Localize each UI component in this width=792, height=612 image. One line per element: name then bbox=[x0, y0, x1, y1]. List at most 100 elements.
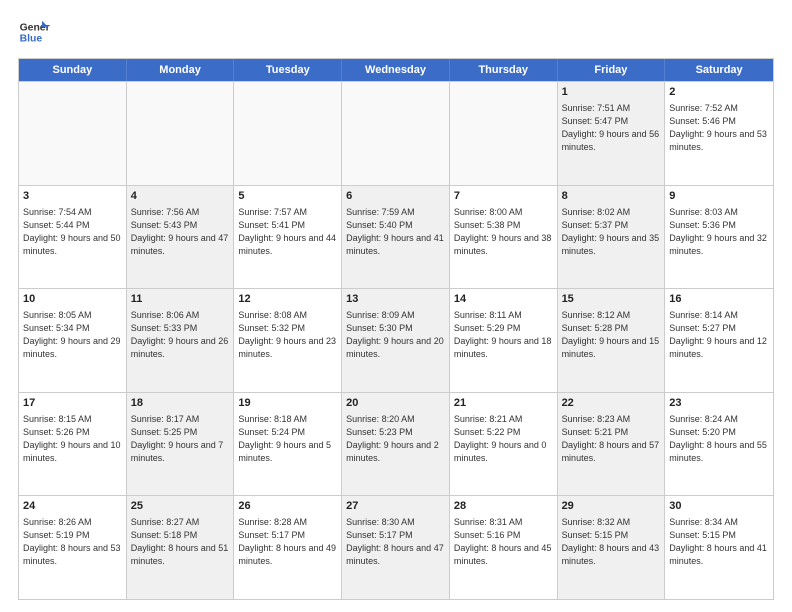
cell-info-line: Sunrise: 8:27 AM bbox=[131, 516, 230, 529]
cell-info-line: Daylight: 9 hours and 0 minutes. bbox=[454, 439, 553, 465]
cell-info-line: Daylight: 9 hours and 44 minutes. bbox=[238, 232, 337, 258]
cell-info-line: Daylight: 8 hours and 43 minutes. bbox=[562, 542, 661, 568]
cell-info-line: Sunrise: 8:21 AM bbox=[454, 413, 553, 426]
day-number: 29 bbox=[562, 499, 661, 515]
cell-info-line: Sunrise: 8:32 AM bbox=[562, 516, 661, 529]
calendar-body: 1Sunrise: 7:51 AMSunset: 5:47 PMDaylight… bbox=[19, 81, 773, 599]
cell-info-line: Sunrise: 8:24 AM bbox=[669, 413, 769, 426]
cell-info-line: Sunset: 5:38 PM bbox=[454, 219, 553, 232]
calendar-header: SundayMondayTuesdayWednesdayThursdayFrid… bbox=[19, 59, 773, 81]
cell-info-line: Sunrise: 7:57 AM bbox=[238, 206, 337, 219]
day-number: 30 bbox=[669, 499, 769, 515]
cell-info-line: Sunset: 5:41 PM bbox=[238, 219, 337, 232]
cell-info-line: Daylight: 9 hours and 38 minutes. bbox=[454, 232, 553, 258]
day-number: 17 bbox=[23, 396, 122, 412]
cell-info-line: Sunrise: 8:15 AM bbox=[23, 413, 122, 426]
cell-info-line: Daylight: 9 hours and 12 minutes. bbox=[669, 335, 769, 361]
cell-info-line: Daylight: 8 hours and 49 minutes. bbox=[238, 542, 337, 568]
cell-info-line: Sunrise: 8:11 AM bbox=[454, 309, 553, 322]
calendar-cell: 6Sunrise: 7:59 AMSunset: 5:40 PMDaylight… bbox=[342, 186, 450, 289]
cell-info-line: Sunset: 5:37 PM bbox=[562, 219, 661, 232]
calendar-row-4: 17Sunrise: 8:15 AMSunset: 5:26 PMDayligh… bbox=[19, 392, 773, 496]
calendar: SundayMondayTuesdayWednesdayThursdayFrid… bbox=[18, 58, 774, 600]
calendar-cell: 8Sunrise: 8:02 AMSunset: 5:37 PMDaylight… bbox=[558, 186, 666, 289]
cell-info-line: Daylight: 8 hours and 53 minutes. bbox=[23, 542, 122, 568]
cell-info-line: Sunset: 5:36 PM bbox=[669, 219, 769, 232]
calendar-row-5: 24Sunrise: 8:26 AMSunset: 5:19 PMDayligh… bbox=[19, 495, 773, 599]
day-number: 5 bbox=[238, 189, 337, 205]
calendar-cell: 5Sunrise: 7:57 AMSunset: 5:41 PMDaylight… bbox=[234, 186, 342, 289]
day-number: 16 bbox=[669, 292, 769, 308]
calendar-cell: 15Sunrise: 8:12 AMSunset: 5:28 PMDayligh… bbox=[558, 289, 666, 392]
cell-info-line: Sunset: 5:17 PM bbox=[346, 529, 445, 542]
cell-info-line: Daylight: 8 hours and 41 minutes. bbox=[669, 542, 769, 568]
cell-info-line: Sunset: 5:23 PM bbox=[346, 426, 445, 439]
cell-info-line: Daylight: 9 hours and 5 minutes. bbox=[238, 439, 337, 465]
svg-text:General: General bbox=[20, 22, 50, 33]
cell-info-line: Daylight: 9 hours and 20 minutes. bbox=[346, 335, 445, 361]
cell-info-line: Daylight: 9 hours and 2 minutes. bbox=[346, 439, 445, 465]
calendar-cell: 27Sunrise: 8:30 AMSunset: 5:17 PMDayligh… bbox=[342, 496, 450, 599]
cell-info-line: Daylight: 8 hours and 57 minutes. bbox=[562, 439, 661, 465]
cell-info-line: Sunset: 5:15 PM bbox=[669, 529, 769, 542]
cell-info-line: Sunrise: 7:52 AM bbox=[669, 102, 769, 115]
calendar-cell bbox=[19, 82, 127, 185]
cell-info-line: Sunset: 5:16 PM bbox=[454, 529, 553, 542]
calendar-cell: 24Sunrise: 8:26 AMSunset: 5:19 PMDayligh… bbox=[19, 496, 127, 599]
calendar-row-3: 10Sunrise: 8:05 AMSunset: 5:34 PM Dayligh… bbox=[19, 288, 773, 392]
cell-info-line: Sunset: 5:30 PM bbox=[346, 322, 445, 335]
calendar-cell: 11Sunrise: 8:06 AMSunset: 5:33 PMDayligh… bbox=[127, 289, 235, 392]
calendar-cell: 20Sunrise: 8:20 AMSunset: 5:23 PMDayligh… bbox=[342, 393, 450, 496]
cell-info-line: Sunset: 5:32 PM bbox=[238, 322, 337, 335]
day-number: 10 bbox=[23, 292, 122, 308]
calendar-cell: 10Sunrise: 8:05 AMSunset: 5:34 PMDayligh… bbox=[19, 289, 127, 392]
calendar-cell: 13Sunrise: 8:09 AMSunset: 5:30 PMDayligh… bbox=[342, 289, 450, 392]
day-number: 2 bbox=[669, 85, 769, 101]
cell-info-line: Sunrise: 8:05 AM bbox=[23, 309, 122, 322]
header-cell-friday: Friday bbox=[558, 59, 666, 81]
calendar-cell: 7Sunrise: 8:00 AMSunset: 5:38 PMDaylight… bbox=[450, 186, 558, 289]
cell-info-line: Sunrise: 7:56 AM bbox=[131, 206, 230, 219]
calendar-cell: 2Sunrise: 7:52 AMSunset: 5:46 PMDaylight… bbox=[665, 82, 773, 185]
calendar-cell: 21Sunrise: 8:21 AMSunset: 5:22 PMDayligh… bbox=[450, 393, 558, 496]
cell-info-line: Sunrise: 8:34 AM bbox=[669, 516, 769, 529]
calendar-cell: 9Sunrise: 8:03 AMSunset: 5:36 PMDaylight… bbox=[665, 186, 773, 289]
header-cell-wednesday: Wednesday bbox=[342, 59, 450, 81]
cell-info-line: Daylight: 9 hours and 41 minutes. bbox=[346, 232, 445, 258]
calendar-cell: 16Sunrise: 8:14 AMSunset: 5:27 PMDayligh… bbox=[665, 289, 773, 392]
svg-text:Blue: Blue bbox=[20, 34, 43, 45]
day-number: 21 bbox=[454, 396, 553, 412]
cell-info-line: Daylight: 8 hours and 55 minutes. bbox=[669, 439, 769, 465]
day-number: 25 bbox=[131, 499, 230, 515]
calendar-cell: 12Sunrise: 8:08 AMSunset: 5:32 PMDayligh… bbox=[234, 289, 342, 392]
cell-info-line: Daylight: 9 hours and 7 minutes. bbox=[131, 439, 230, 465]
cell-info-line: Sunrise: 8:03 AM bbox=[669, 206, 769, 219]
cell-info-line: Sunset: 5:40 PM bbox=[346, 219, 445, 232]
day-number: 4 bbox=[131, 189, 230, 205]
calendar-cell: 18Sunrise: 8:17 AMSunset: 5:25 PMDayligh… bbox=[127, 393, 235, 496]
day-number: 22 bbox=[562, 396, 661, 412]
calendar-row-2: 3Sunrise: 7:54 AMSunset: 5:44 PMDaylight… bbox=[19, 185, 773, 289]
cell-info-line: Sunrise: 8:31 AM bbox=[454, 516, 553, 529]
day-number: 20 bbox=[346, 396, 445, 412]
cell-info-line: Sunset: 5:29 PM bbox=[454, 322, 553, 335]
cell-info-line: Sunset: 5:46 PM bbox=[669, 115, 769, 128]
calendar-cell: 26Sunrise: 8:28 AMSunset: 5:17 PMDayligh… bbox=[234, 496, 342, 599]
cell-info-line: Sunrise: 8:06 AM bbox=[131, 309, 230, 322]
cell-info-line: Sunset: 5:34 PM bbox=[23, 322, 122, 335]
cell-info-line: Sunset: 5:43 PM bbox=[131, 219, 230, 232]
header-cell-monday: Monday bbox=[127, 59, 235, 81]
day-number: 15 bbox=[562, 292, 661, 308]
day-number: 1 bbox=[562, 85, 661, 101]
cell-info-line: Daylight: 9 hours and 10 minutes. bbox=[23, 439, 122, 465]
cell-info-line: Sunrise: 8:02 AM bbox=[562, 206, 661, 219]
cell-info-line: Sunset: 5:21 PM bbox=[562, 426, 661, 439]
day-number: 11 bbox=[131, 292, 230, 308]
header-cell-saturday: Saturday bbox=[665, 59, 773, 81]
day-number: 27 bbox=[346, 499, 445, 515]
logo-icon: General Blue bbox=[18, 16, 50, 48]
calendar-cell bbox=[450, 82, 558, 185]
cell-info-line: Sunrise: 8:18 AM bbox=[238, 413, 337, 426]
day-number: 3 bbox=[23, 189, 122, 205]
cell-info-line: Sunset: 5:18 PM bbox=[131, 529, 230, 542]
